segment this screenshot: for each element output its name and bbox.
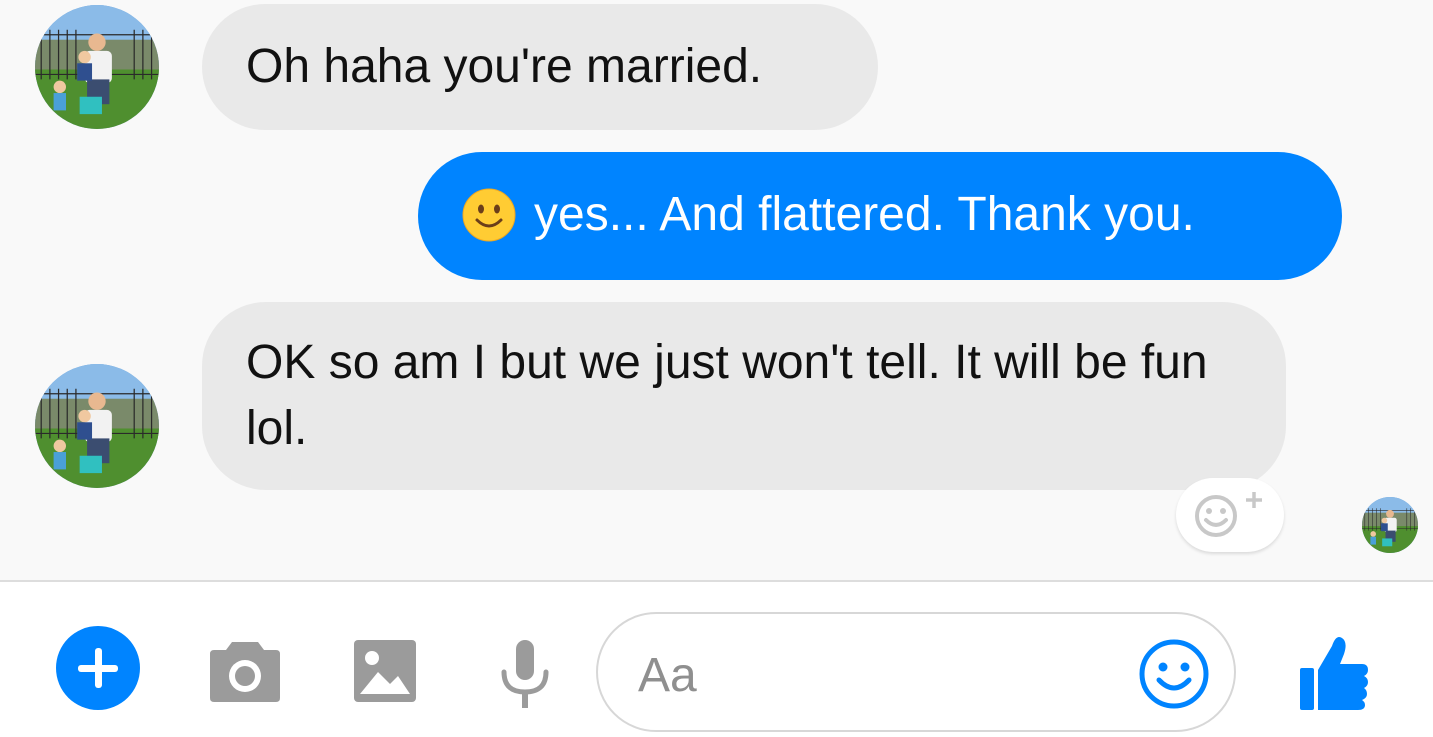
message-text: Oh haha you're married. bbox=[246, 40, 763, 93]
composer-bar: Aa bbox=[0, 580, 1433, 737]
plus-icon[interactable] bbox=[56, 626, 140, 710]
add-reaction-button[interactable] bbox=[1176, 478, 1284, 552]
emoji-icon[interactable] bbox=[1138, 638, 1210, 710]
message-bubble-incoming[interactable]: Oh haha you're married. bbox=[202, 4, 878, 130]
contact-avatar[interactable] bbox=[35, 364, 159, 488]
message-text: OK so am I but we just won't tell. It wi… bbox=[246, 336, 1208, 455]
seen-by-avatar bbox=[1362, 497, 1418, 553]
slightly-smiling-face-icon bbox=[462, 188, 516, 242]
thumbs-up-icon[interactable] bbox=[1298, 632, 1370, 712]
message-bubble-outgoing[interactable]: yes... And flattered. Thank you. bbox=[418, 152, 1342, 280]
message-bubble-incoming[interactable]: OK so am I but we just won't tell. It wi… bbox=[202, 302, 1286, 490]
message-input-placeholder: Aa bbox=[638, 649, 697, 702]
add-reaction-icon bbox=[1195, 492, 1262, 537]
camera-icon[interactable] bbox=[208, 638, 282, 704]
message-input[interactable]: Aa bbox=[596, 612, 1236, 732]
conversation-area[interactable]: Oh haha you're married. yes... And flatt… bbox=[0, 0, 1433, 580]
contact-avatar[interactable] bbox=[35, 5, 159, 129]
microphone-icon[interactable] bbox=[498, 638, 552, 712]
image-icon[interactable] bbox=[352, 638, 418, 704]
message-text: yes... And flattered. Thank you. bbox=[534, 188, 1195, 241]
